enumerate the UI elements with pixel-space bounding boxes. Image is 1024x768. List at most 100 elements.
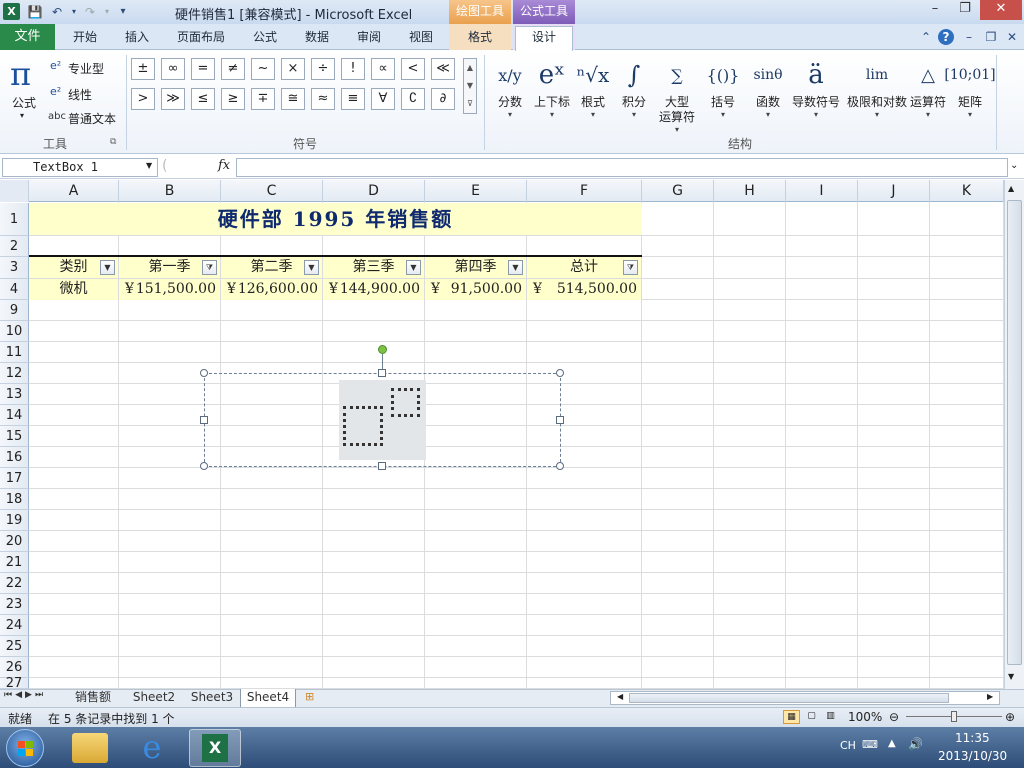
symbol-button[interactable]: ≤	[191, 88, 215, 110]
tab-design[interactable]: 设计	[515, 24, 573, 50]
tab-home[interactable]: 开始	[64, 24, 106, 50]
filter-active-icon[interactable]: ⧩	[202, 260, 217, 275]
explorer-taskbar-icon[interactable]	[72, 733, 108, 763]
radical-dropdown-icon[interactable]: ▾	[575, 110, 611, 119]
data-cell[interactable]: ¥514,500.00	[527, 279, 642, 300]
name-box[interactable]: TextBox 1	[2, 158, 158, 177]
select-all-corner[interactable]	[0, 180, 29, 202]
clock-date[interactable]: 2013/10/30	[938, 749, 1007, 763]
normal-text-button[interactable]: 普通文本	[68, 110, 116, 127]
script-button[interactable]: eˣ 上下标 ▾	[533, 55, 571, 119]
symbol-button[interactable]: !	[341, 58, 365, 80]
sheet-tab[interactable]: Sheet3	[184, 689, 240, 707]
tools-dialog-launcher-icon[interactable]: ⧉	[110, 137, 116, 147]
resize-handle[interactable]	[378, 369, 386, 377]
sheet-title-cell[interactable]: 硬件部 1995 年销售额	[29, 203, 642, 235]
row-header-26[interactable]: 26	[0, 657, 29, 678]
column-header-E[interactable]: E	[425, 180, 527, 202]
undo-icon[interactable]: ↶	[49, 4, 65, 20]
data-cell[interactable]: ¥151,500.00	[119, 279, 221, 300]
insert-function-button[interactable]: fx	[218, 158, 230, 173]
formula-input[interactable]	[236, 158, 1008, 177]
doc-restore-icon[interactable]: ❐	[983, 29, 999, 45]
bracket-button[interactable]: {()} 括号 ▾	[703, 55, 743, 120]
redo-dropdown-icon[interactable]: ▾	[99, 4, 115, 20]
page-layout-view-icon[interactable]: ▢	[803, 710, 820, 724]
symbol-button[interactable]: ∁	[401, 88, 425, 110]
row-header-10[interactable]: 10	[0, 321, 29, 342]
fraction-button[interactable]: x/y 分数 ▾	[493, 55, 527, 120]
data-cell[interactable]: ¥144,900.00	[323, 279, 425, 300]
resize-handle[interactable]	[556, 369, 564, 377]
integral-dropdown-icon[interactable]: ▾	[615, 110, 653, 119]
header-cell[interactable]: 第二季 ▼	[221, 257, 323, 278]
scroll-up-icon[interactable]: ▲	[1008, 184, 1014, 193]
keyboard-icon[interactable]: ⌨	[862, 738, 878, 751]
formula-button[interactable]: 公式	[12, 94, 36, 111]
column-header-C[interactable]: C	[221, 180, 323, 202]
zoom-level[interactable]: 100%	[848, 710, 882, 724]
normal-view-icon[interactable]: ▦	[783, 710, 800, 724]
tab-page-layout[interactable]: 页面布局	[170, 24, 232, 50]
vertical-scrollbar[interactable]: ▲ ▼	[1004, 180, 1024, 689]
header-cell[interactable]: 第三季 ▼	[323, 257, 425, 278]
operator-dropdown-icon[interactable]: ▾	[908, 110, 948, 119]
symbol-button[interactable]: ∀	[371, 88, 395, 110]
hscroll-thumb[interactable]	[629, 693, 949, 703]
equation-base-slot[interactable]	[343, 406, 383, 446]
row-header-1[interactable]: 1	[0, 203, 29, 236]
symbol-button[interactable]: ∓	[251, 88, 275, 110]
data-cell[interactable]: ¥91,500.00	[425, 279, 527, 300]
filter-dropdown-icon[interactable]: ▼	[100, 260, 115, 275]
function-dropdown-icon[interactable]: ▾	[748, 110, 788, 119]
collapse-ribbon-icon[interactable]: ⌃	[918, 29, 934, 45]
accent-dropdown-icon[interactable]: ▾	[790, 110, 842, 119]
sheet-tab[interactable]: Sheet4	[240, 689, 296, 707]
sheet-nav-icons[interactable]: ⏮◀▶⏭	[4, 690, 46, 700]
row-header-3[interactable]: 3	[0, 257, 29, 279]
function-button[interactable]: sinθ 函数 ▾	[748, 55, 788, 119]
symbol-button[interactable]: ≫	[161, 88, 185, 110]
symbol-button[interactable]: ≠	[221, 58, 245, 80]
matrix-button[interactable]: [10;01] 矩阵 ▾	[944, 55, 995, 119]
page-break-view-icon[interactable]: ▥	[822, 710, 839, 724]
column-header-J[interactable]: J	[858, 180, 930, 202]
symbol-button[interactable]: ±	[131, 58, 155, 80]
row-header-27[interactable]: 27	[0, 677, 29, 690]
equation-superscript-slot[interactable]	[391, 388, 420, 417]
symbol-gallery-scroll[interactable]: ▲ ▼ ⊽	[463, 58, 477, 114]
row-header-20[interactable]: 20	[0, 531, 29, 552]
limit-log-dropdown-icon[interactable]: ▾	[846, 110, 908, 119]
column-header-B[interactable]: B	[119, 180, 221, 202]
equation-pi-icon[interactable]: π	[10, 55, 31, 93]
large-operator-button[interactable]: ∑ 大型 运算符 ▾	[657, 55, 697, 135]
sheet-tab[interactable]: 销售额	[62, 689, 124, 707]
fraction-dropdown-icon[interactable]: ▾	[493, 110, 527, 119]
row-header-4[interactable]: 4	[0, 279, 29, 300]
language-indicator[interactable]: CH	[840, 739, 856, 752]
help-icon[interactable]: ?	[938, 29, 954, 45]
filter-dropdown-icon[interactable]: ▼	[304, 260, 319, 275]
tray-expand-icon[interactable]: ▲	[888, 738, 896, 749]
redo-icon[interactable]: ↷	[82, 4, 98, 20]
row-header-14[interactable]: 14	[0, 405, 29, 426]
filter-dropdown-icon[interactable]: ▼	[406, 260, 421, 275]
column-header-H[interactable]: H	[714, 180, 786, 202]
row-header-12[interactable]: 12	[0, 363, 29, 384]
tab-format[interactable]: 格式	[449, 24, 511, 50]
symbol-button[interactable]: ∂	[431, 88, 455, 110]
resize-handle[interactable]	[200, 369, 208, 377]
resize-handle[interactable]	[556, 462, 564, 470]
tab-data[interactable]: 数据	[296, 24, 338, 50]
column-header-A[interactable]: A	[29, 180, 119, 202]
customize-qat-icon[interactable]: ▾	[115, 4, 131, 20]
resize-handle[interactable]	[378, 462, 386, 470]
linear-button[interactable]: 线性	[68, 86, 92, 103]
row-header-22[interactable]: 22	[0, 573, 29, 594]
resize-handle[interactable]	[200, 416, 208, 424]
equation-placeholder[interactable]	[339, 380, 426, 460]
tab-insert[interactable]: 插入	[116, 24, 158, 50]
row-header-21[interactable]: 21	[0, 552, 29, 573]
integral-button[interactable]: ∫ 积分 ▾	[615, 55, 653, 119]
scroll-down-icon[interactable]: ▼	[1008, 672, 1014, 681]
